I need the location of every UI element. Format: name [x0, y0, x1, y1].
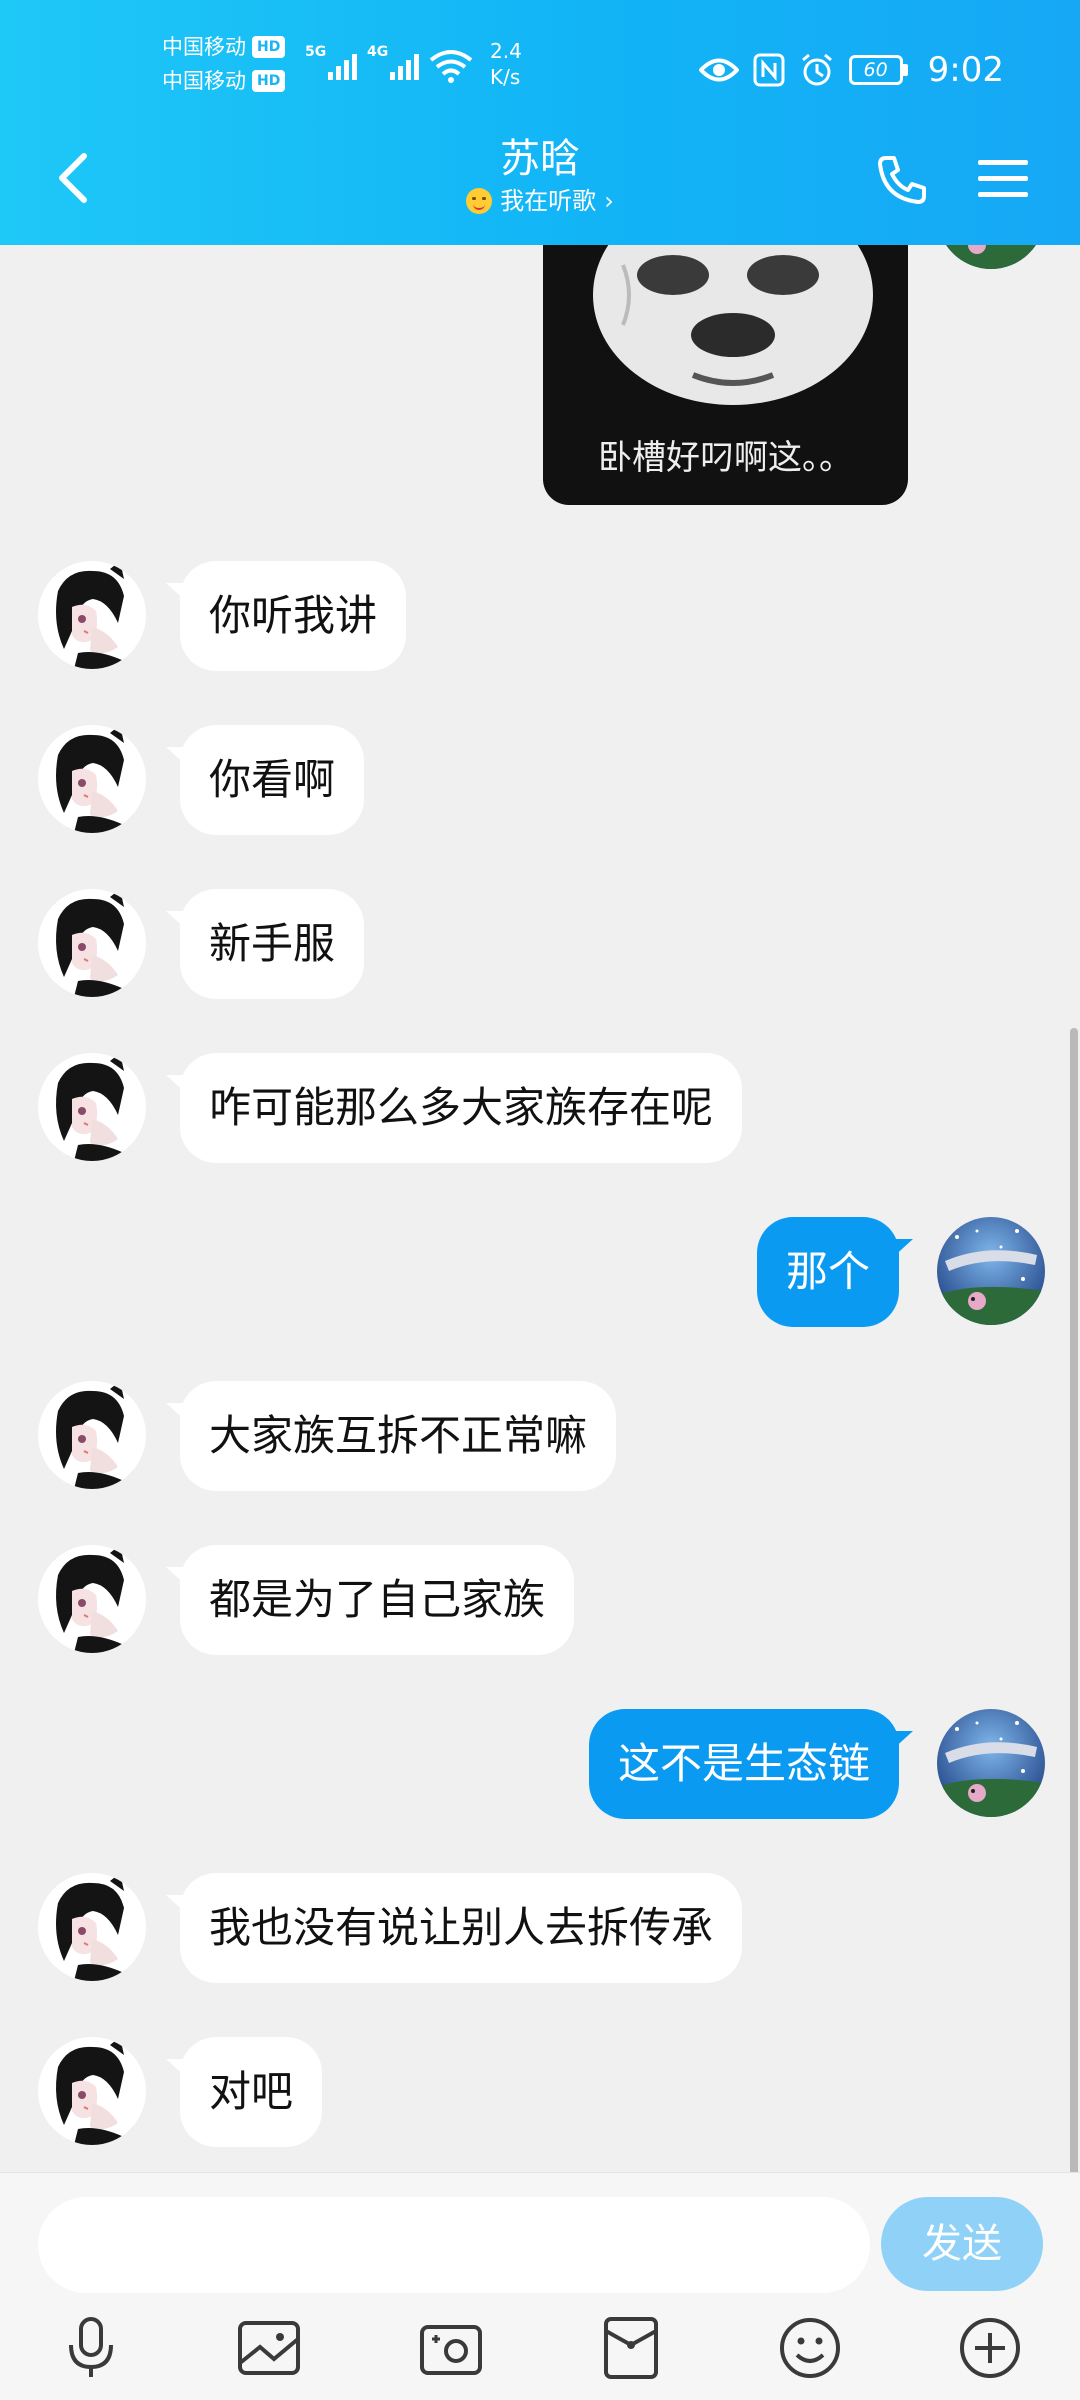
input-bar: 发送 [0, 2172, 1080, 2400]
microphone-icon[interactable] [56, 2313, 126, 2383]
message-bubble-self[interactable]: 那个 [756, 1217, 899, 1327]
message-list[interactable]: 卧槽好叼啊这。。 你听我讲 你看啊 新手服 咋可能那么多大家族存在呢 那个 大家… [0, 245, 1080, 2172]
eye-comfort-icon [698, 58, 739, 82]
chat-header: 中国移动 HD 中国移动 HD 5G 4G 2.4 K/s 60 9:02 苏晗… [0, 0, 1080, 245]
smile-emoji-icon [466, 188, 493, 214]
message-bubble-self[interactable]: 这不是生态链 [588, 1709, 899, 1819]
message-bubble[interactable]: 我也没有说让别人去拆传承 [180, 1873, 743, 1983]
status-bar: 中国移动 HD 中国移动 HD 5G 4G 2.4 K/s 60 9:02 [0, 30, 1080, 110]
input-toolbar [0, 2313, 1080, 2393]
message-bubble[interactable]: 你看啊 [180, 725, 365, 835]
scrollbar[interactable] [1070, 1028, 1078, 2172]
plus-icon[interactable] [955, 2313, 1025, 2383]
message-bubble[interactable]: 大家族互拆不正常嘛 [180, 1381, 617, 1491]
red-packet-icon[interactable] [596, 2313, 666, 2383]
message-input[interactable] [38, 2197, 870, 2293]
message-bubble[interactable]: 你听我讲 [180, 561, 407, 671]
message-bubble[interactable]: 新手服 [180, 889, 365, 999]
contact-avatar[interactable] [38, 1873, 146, 1981]
chevron-right-icon: › [604, 187, 614, 215]
carrier-name-2: 中国移动 [162, 69, 246, 93]
signal-4g-icon: 4G [367, 44, 419, 84]
self-avatar[interactable] [937, 245, 1045, 269]
phone-call-icon[interactable] [874, 152, 930, 208]
contact-avatar[interactable] [38, 1545, 146, 1653]
self-avatar[interactable] [937, 1709, 1045, 1817]
hd-badge-2: HD [252, 70, 286, 92]
emoji-icon[interactable] [775, 2313, 845, 2383]
listening-status-text: 我在听歌 [500, 187, 597, 215]
contact-avatar[interactable] [38, 889, 146, 997]
menu-icon[interactable] [976, 156, 1030, 202]
signal-5g-icon: 5G [305, 44, 357, 84]
meme-sticker-image[interactable]: 卧槽好叼啊这。。 [543, 245, 908, 505]
contact-avatar[interactable] [38, 725, 146, 833]
alarm-icon [801, 53, 832, 86]
network-speed: 2.4 K/s [490, 39, 522, 89]
wifi-icon [429, 50, 473, 83]
signal-indicators: 5G 4G [305, 44, 473, 84]
status-right: 60 9:02 [698, 50, 1004, 90]
contact-avatar[interactable] [38, 2037, 146, 2145]
camera-icon[interactable] [416, 2313, 486, 2383]
message-bubble[interactable]: 咋可能那么多大家族存在呢 [180, 1053, 743, 1163]
carrier-info: 中国移动 HD 中国移动 HD [162, 30, 286, 98]
nav-bar: 苏晗 我在听歌 › [0, 130, 1080, 230]
sticker-caption: 卧槽好叼啊这。。 [598, 438, 853, 478]
carrier-name-1: 中国移动 [162, 35, 246, 59]
send-button[interactable]: 发送 [881, 2197, 1043, 2291]
contact-avatar[interactable] [38, 561, 146, 669]
self-avatar[interactable] [937, 1217, 1045, 1325]
hd-badge-1: HD [252, 36, 286, 58]
battery-icon: 60 [848, 55, 908, 85]
message-bubble[interactable]: 都是为了自己家族 [180, 1545, 575, 1655]
clock: 9:02 [927, 50, 1004, 90]
nfc-icon [753, 53, 785, 87]
image-icon[interactable] [234, 2313, 304, 2383]
message-bubble[interactable]: 对吧 [180, 2037, 323, 2147]
contact-avatar[interactable] [38, 1053, 146, 1161]
listening-status[interactable]: 我在听歌 › [466, 184, 614, 218]
contact-avatar[interactable] [38, 1381, 146, 1489]
